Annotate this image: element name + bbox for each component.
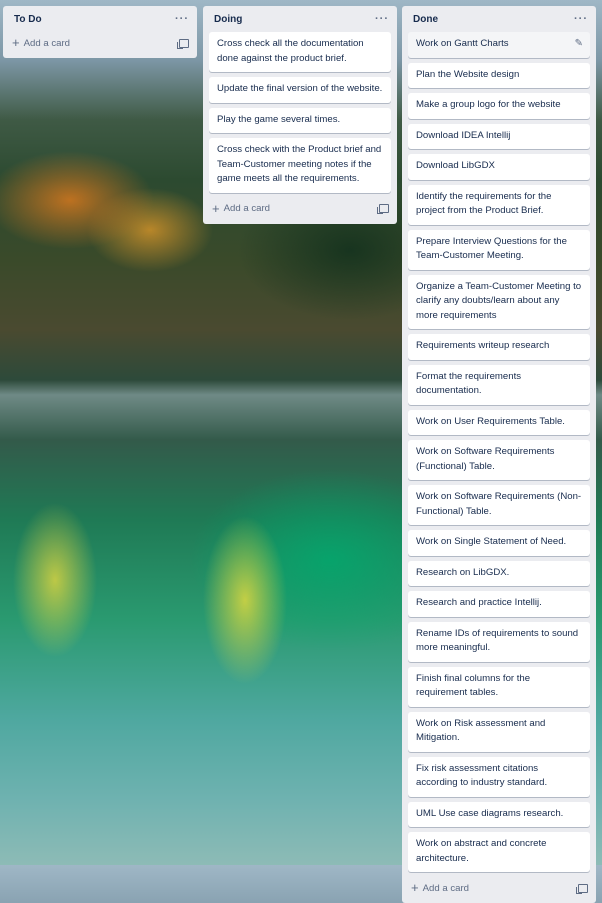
add-card-row: + Add a card bbox=[402, 877, 596, 903]
card[interactable]: Download IDEA Intellij bbox=[408, 123, 590, 149]
list-todo: To Do ··· + Add a card bbox=[3, 6, 197, 58]
card[interactable]: Research on LibGDX. bbox=[408, 560, 590, 586]
card[interactable]: Download LibGDX bbox=[408, 154, 590, 180]
card[interactable]: Work on Software Requirements (Non-Funct… bbox=[408, 485, 590, 525]
card[interactable]: Make a group logo for the website bbox=[408, 93, 590, 119]
card[interactable]: Prepare Interview Questions for the Team… bbox=[408, 229, 590, 270]
card[interactable]: Finish final columns for the requirement… bbox=[408, 666, 590, 707]
list-menu-icon[interactable]: ··· bbox=[175, 13, 189, 25]
card[interactable]: Cross check all the documentation done a… bbox=[209, 32, 391, 72]
list-menu-icon[interactable]: ··· bbox=[375, 13, 389, 25]
list-title[interactable]: Doing bbox=[214, 14, 242, 25]
card[interactable]: Update the final version of the website. bbox=[209, 77, 391, 103]
card[interactable]: Format the requirements documentation. bbox=[408, 364, 590, 405]
add-card-label: Add a card bbox=[422, 882, 469, 894]
list-header[interactable]: Doing ··· bbox=[203, 6, 397, 32]
card-template-icon[interactable] bbox=[576, 883, 588, 894]
card-template-icon[interactable] bbox=[177, 38, 189, 49]
add-card-button[interactable]: + Add a card bbox=[411, 880, 469, 895]
card[interactable]: Identify the requirements for the projec… bbox=[408, 184, 590, 225]
card-title: Work on Gantt Charts bbox=[416, 38, 509, 49]
add-card-label: Add a card bbox=[23, 37, 70, 49]
add-card-button[interactable]: + Add a card bbox=[12, 35, 70, 50]
list-done: Done ··· Work on Gantt Charts ✎ Plan the… bbox=[402, 6, 596, 903]
card[interactable]: Rename IDs of requirements to sound more… bbox=[408, 621, 590, 662]
plus-icon: + bbox=[212, 200, 220, 216]
card[interactable]: Work on Software Requirements (Functiona… bbox=[408, 440, 590, 480]
card[interactable]: Work on Single Statement of Need. bbox=[408, 530, 590, 556]
list-doing: Doing ··· Cross check all the documentat… bbox=[203, 6, 397, 224]
card[interactable]: Work on Gantt Charts ✎ bbox=[408, 32, 590, 58]
list-menu-icon[interactable]: ··· bbox=[574, 13, 588, 25]
card[interactable]: Work on User Requirements Table. bbox=[408, 409, 590, 435]
list-title[interactable]: To Do bbox=[14, 14, 42, 25]
card[interactable]: Requirements writeup research bbox=[408, 334, 590, 360]
list-title[interactable]: Done bbox=[413, 14, 438, 25]
card-list: Work on Gantt Charts ✎ Plan the Website … bbox=[402, 32, 596, 872]
card[interactable]: Fix risk assessment citations according … bbox=[408, 756, 590, 797]
plus-icon: + bbox=[411, 880, 419, 895]
add-card-row: + Add a card bbox=[203, 198, 397, 224]
pencil-icon[interactable]: ✎ bbox=[575, 37, 583, 52]
card[interactable]: UML Use case diagrams research. bbox=[408, 801, 590, 827]
plus-icon: + bbox=[12, 35, 20, 50]
card[interactable]: Work on abstract and concrete architectu… bbox=[408, 832, 590, 872]
card[interactable]: Cross check with the Product brief and T… bbox=[209, 138, 391, 193]
card[interactable]: Research and practice Intellij. bbox=[408, 591, 590, 617]
list-header[interactable]: Done ··· bbox=[402, 6, 596, 32]
add-card-button[interactable]: + Add a card bbox=[212, 200, 270, 216]
card[interactable]: Work on Risk assessment and Mitigation. bbox=[408, 711, 590, 752]
card-list: Cross check all the documentation done a… bbox=[203, 32, 397, 193]
card[interactable]: Play the game several times. bbox=[209, 107, 391, 133]
add-card-label: Add a card bbox=[223, 203, 270, 214]
card-template-icon[interactable] bbox=[377, 204, 389, 214]
card[interactable]: Plan the Website design bbox=[408, 62, 590, 88]
list-header[interactable]: To Do ··· bbox=[3, 6, 197, 32]
card[interactable]: Organize a Team-Customer Meeting to clar… bbox=[408, 274, 590, 329]
add-card-row: + Add a card bbox=[3, 32, 197, 58]
